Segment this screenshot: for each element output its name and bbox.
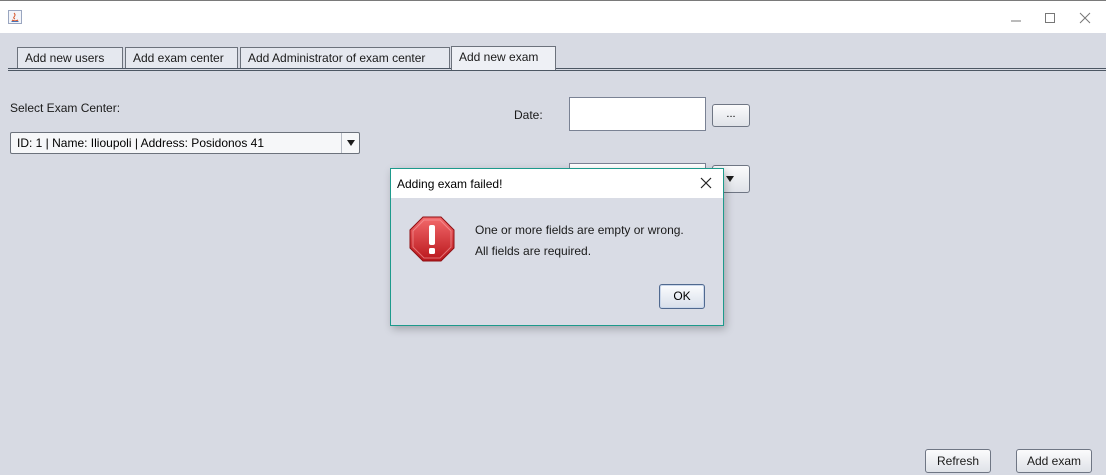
refresh-button-label: Refresh <box>936 454 980 468</box>
close-icon[interactable] <box>1075 9 1095 27</box>
refresh-button[interactable]: Refresh <box>925 449 991 473</box>
tab-label: Add Administrator of exam center <box>248 51 426 65</box>
maximize-icon[interactable] <box>1040 9 1060 27</box>
exam-center-select[interactable]: ID: 1 | Name: Ilioupoli | Address: Posid… <box>10 132 360 154</box>
exam-center-label: Select Exam Center: <box>10 101 121 115</box>
error-stop-icon <box>408 215 456 263</box>
tab-add-new-exam[interactable]: Add new exam <box>451 46 556 70</box>
tab-label: Add new users <box>25 51 105 65</box>
add-exam-button[interactable]: Add exam <box>1016 449 1092 473</box>
tab-add-new-users[interactable]: Add new users <box>17 47 123 68</box>
ok-button[interactable]: OK <box>659 284 705 309</box>
exam-center-selected-value: ID: 1 | Name: Ilioupoli | Address: Posid… <box>17 136 265 150</box>
date-picker-label: ... <box>726 108 736 120</box>
chevron-down-icon[interactable] <box>341 133 359 153</box>
dialog-message-line2: All fields are required. <box>475 244 592 258</box>
add-exam-button-label: Add exam <box>1026 454 1082 468</box>
tab-divider <box>8 68 1106 69</box>
tab-label: Add exam center <box>133 51 224 65</box>
chevron-down-icon <box>726 176 734 182</box>
app-window: Add new users Add exam center Add Admini… <box>0 0 1106 475</box>
close-icon[interactable] <box>699 176 713 190</box>
tab-add-administrator[interactable]: Add Administrator of exam center <box>240 47 450 68</box>
dialog-message-line1: One or more fields are empty or wrong. <box>475 223 684 237</box>
tab-divider <box>8 70 1106 71</box>
minimize-icon[interactable] <box>1006 9 1026 27</box>
java-app-icon <box>8 10 22 24</box>
dialog-title: Adding exam failed! <box>397 177 503 191</box>
date-field[interactable] <box>569 97 706 131</box>
date-picker-button[interactable]: ... <box>712 104 750 127</box>
ok-button-label: OK <box>673 289 691 303</box>
error-dialog: Adding exam failed! One or more fields a… <box>390 168 724 326</box>
tab-label: Add new exam <box>459 50 539 64</box>
dialog-titlebar: Adding exam failed! <box>391 169 723 198</box>
date-label: Date: <box>514 108 543 122</box>
tab-add-exam-center[interactable]: Add exam center <box>125 47 238 68</box>
window-titlebar <box>0 0 1106 33</box>
